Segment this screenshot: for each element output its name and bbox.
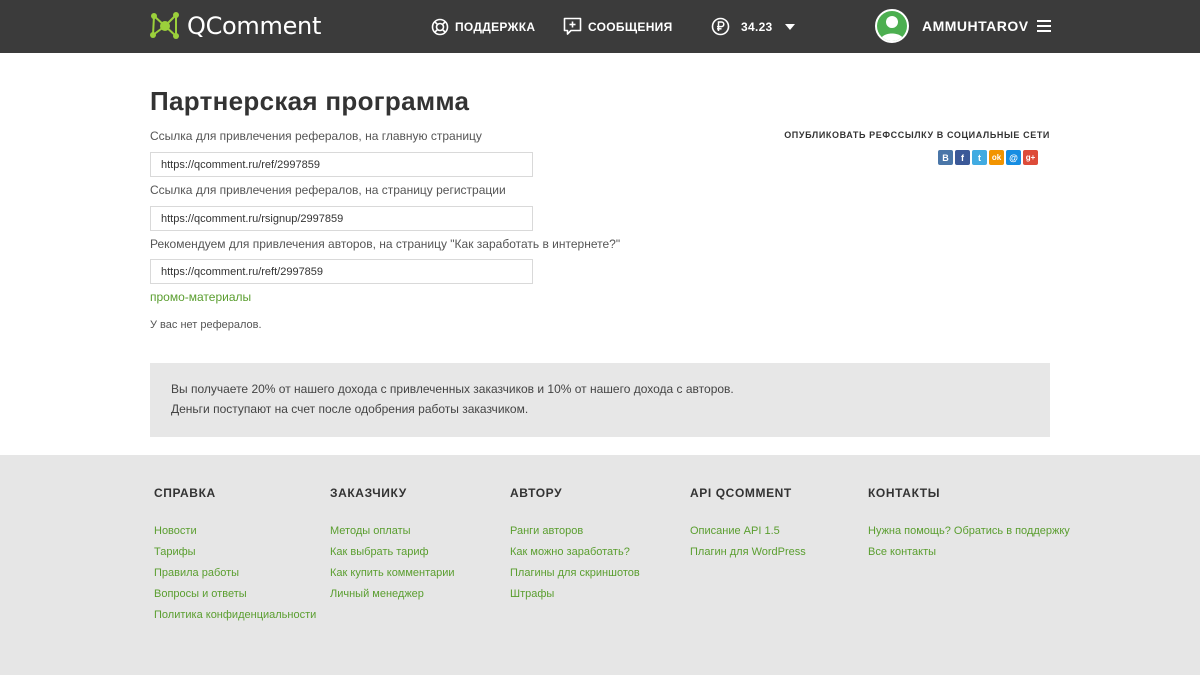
top-header: QComment ПОДДЕРЖКА СООБЩЕНИЯ 34.23 AMMUH… <box>0 0 1200 53</box>
footer-link[interactable]: Плагины для скриншотов <box>510 563 640 584</box>
logo[interactable]: QComment <box>149 9 321 43</box>
info-line: Вы получаете 20% от нашего дохода с прив… <box>171 382 734 396</box>
footer-link[interactable]: Ранги авторов <box>510 521 640 542</box>
footer-col-contacts: КОНТАКТЫ Нужна помощь? Обратись в поддер… <box>868 486 1070 563</box>
nav-messages[interactable]: СООБЩЕНИЯ <box>563 0 673 53</box>
footer-col-title: API QCOMMENT <box>690 486 792 500</box>
logo-network-icon <box>150 12 179 39</box>
share-icons: В f t ok @ g+ <box>938 150 1038 165</box>
footer-link[interactable]: Все контакты <box>868 542 1070 563</box>
nav-support[interactable]: ПОДДЕРЖКА <box>431 0 535 53</box>
nav-messages-label: СООБЩЕНИЯ <box>588 19 673 34</box>
balance-value: 34.23 <box>741 19 773 34</box>
vk-icon[interactable]: В <box>938 150 953 165</box>
logo-text: QComment <box>187 12 322 40</box>
footer-link[interactable]: Как можно заработать? <box>510 542 640 563</box>
share-title: ОПУБЛИКОВАТЬ РЕФССЫЛКУ В СОЦИАЛЬНЫЕ СЕТИ <box>784 130 1050 140</box>
username: AMMUHTAROV <box>922 18 1029 34</box>
info-line: Деньги поступают на счет после одобрения… <box>171 402 529 416</box>
nav-support-label: ПОДДЕРЖКА <box>455 19 536 34</box>
no-referrals-text: У вас нет рефералов. <box>150 319 262 331</box>
footer-link[interactable]: Личный менеджер <box>330 584 455 605</box>
page-title: Партнерская программа <box>150 86 470 116</box>
footer-link[interactable]: Политика конфиденциальности <box>154 605 316 626</box>
footer-link[interactable]: Плагин для WordPress <box>690 542 806 563</box>
odnoklassniki-icon[interactable]: ok <box>989 150 1004 165</box>
hamburger-menu-icon[interactable] <box>1036 20 1051 32</box>
twitter-icon[interactable]: t <box>972 150 987 165</box>
footer-col-help: СПРАВКА Новости Тарифы Правила работы Во… <box>154 486 316 626</box>
ref-authors-label: Рекомендуем для привлечения авторов, на … <box>150 237 621 251</box>
footer-col-title: АВТОРУ <box>510 486 563 500</box>
promo-materials-link[interactable]: промо-материалы <box>150 290 251 304</box>
footer-link[interactable]: Новости <box>154 521 316 542</box>
footer-link[interactable]: Нужна помощь? Обратись в поддержку <box>868 521 1070 542</box>
footer-link[interactable]: Как купить комментарии <box>330 563 455 584</box>
footer-col-title: КОНТАКТЫ <box>868 486 941 500</box>
balance-dropdown[interactable]: 34.23 <box>711 0 795 53</box>
footer-link[interactable]: Методы оплаты <box>330 521 455 542</box>
footer-col-author: АВТОРУ Ранги авторов Как можно заработат… <box>510 486 640 605</box>
chevron-down-icon <box>784 23 795 30</box>
ref-signup-input[interactable] <box>150 206 533 231</box>
footer-col-title: ЗАКАЗЧИКУ <box>330 486 407 500</box>
footer-link[interactable]: Описание API 1.5 <box>690 521 806 542</box>
footer: СПРАВКА Новости Тарифы Правила работы Во… <box>0 455 1200 675</box>
ref-authors-input[interactable] <box>150 259 533 284</box>
ref-signup-label: Ссылка для привлечения рефералов, на стр… <box>150 183 506 197</box>
googleplus-icon[interactable]: g+ <box>1023 150 1038 165</box>
ruble-icon <box>711 17 730 36</box>
user-menu[interactable]: AMMUHTAROV <box>875 9 1051 43</box>
user-avatar-icon <box>877 11 907 41</box>
footer-col-customer: ЗАКАЗЧИКУ Методы оплаты Как выбрать тари… <box>330 486 455 605</box>
mailru-icon[interactable]: @ <box>1006 150 1021 165</box>
avatar <box>875 9 909 43</box>
ref-main-input[interactable] <box>150 152 533 177</box>
footer-link[interactable]: Тарифы <box>154 542 316 563</box>
info-box: Вы получаете 20% от нашего дохода с прив… <box>150 363 1050 437</box>
message-add-icon <box>563 17 582 35</box>
footer-col-title: СПРАВКА <box>154 486 216 500</box>
footer-link[interactable]: Штрафы <box>510 584 640 605</box>
footer-link[interactable]: Как выбрать тариф <box>330 542 455 563</box>
ref-main-label: Ссылка для привлечения рефералов, на гла… <box>150 129 482 143</box>
footer-link[interactable]: Правила работы <box>154 563 316 584</box>
facebook-icon[interactable]: f <box>955 150 970 165</box>
lifebuoy-icon <box>431 18 449 35</box>
footer-col-api: API QCOMMENT Описание API 1.5 Плагин для… <box>690 486 806 563</box>
footer-link[interactable]: Вопросы и ответы <box>154 584 316 605</box>
